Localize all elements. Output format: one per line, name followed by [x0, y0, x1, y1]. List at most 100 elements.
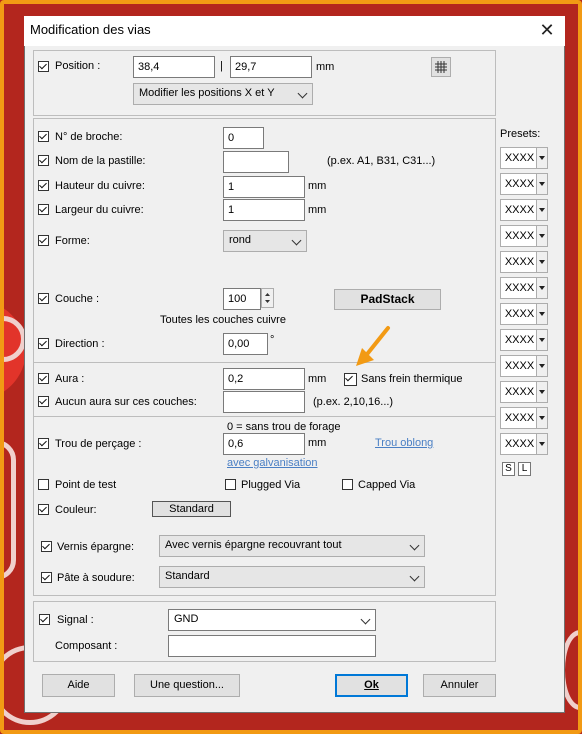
question-button[interactable]: Une question... [134, 674, 240, 697]
preset-item[interactable]: XXXX [500, 277, 548, 299]
preset-item-label: XXXX [504, 386, 535, 398]
shape-select[interactable]: rond [223, 230, 307, 252]
preset-item[interactable]: XXXX [500, 329, 548, 351]
component-label: Composant : [55, 640, 118, 652]
pad-name-label: Nom de la pastille: [55, 155, 146, 167]
no-aura-layers-input[interactable] [223, 391, 305, 413]
chevron-down-icon[interactable] [536, 148, 547, 168]
shape-value: rond [229, 234, 252, 246]
preset-item[interactable]: XXXX [500, 407, 548, 429]
preset-item-label: XXXX [504, 256, 535, 268]
direction-input[interactable]: 0,00 [223, 333, 268, 355]
preset-item[interactable]: XXXX [500, 433, 548, 455]
no-aura-layers-hint: (p.ex. 2,10,16...) [313, 396, 394, 408]
shape-checkbox[interactable] [38, 235, 49, 246]
preset-item[interactable]: XXXX [500, 303, 548, 325]
no-thermal-checkbox[interactable] [344, 373, 357, 386]
solder-mask-select[interactable]: Avec vernis épargne recouvrant tout [159, 535, 425, 557]
preset-item[interactable]: XXXX [500, 173, 548, 195]
pad-name-input[interactable] [223, 151, 289, 173]
position-y-input[interactable]: 29,7 [230, 56, 312, 78]
component-input[interactable] [168, 635, 376, 657]
chevron-down-icon[interactable] [536, 382, 547, 402]
layer-checkbox[interactable] [38, 293, 49, 304]
ok-button[interactable]: Ok [335, 674, 408, 697]
chevron-down-icon[interactable] [536, 226, 547, 246]
chevron-down-icon[interactable] [536, 278, 547, 298]
paste-select[interactable]: Standard [159, 566, 425, 588]
drill-input[interactable]: 0,6 [223, 433, 305, 455]
chevron-down-icon[interactable] [536, 200, 547, 220]
chevron-down-icon[interactable] [536, 434, 547, 454]
layer-input[interactable]: 100 [223, 288, 261, 310]
position-unit: mm [316, 61, 335, 73]
pad-name-hint: (p.ex. A1, B31, C31...) [327, 155, 436, 167]
color-button[interactable]: Standard [152, 501, 231, 517]
grid-icon[interactable] [431, 57, 451, 77]
position-x-input[interactable]: 38,4 [133, 56, 215, 78]
chevron-down-icon[interactable] [536, 330, 547, 350]
layer-hint: Toutes les couches cuivre [160, 314, 286, 326]
paste-value: Standard [165, 570, 210, 582]
pin-input[interactable]: 0 [223, 127, 264, 149]
copper-width-checkbox[interactable] [38, 204, 49, 215]
oblong-hole-link[interactable]: Trou oblong [375, 437, 433, 449]
chevron-down-icon[interactable] [536, 304, 547, 324]
help-button-label: Aide [67, 679, 90, 691]
capped-via-checkbox[interactable] [342, 479, 353, 490]
cancel-button[interactable]: Annuler [423, 674, 496, 697]
layer-spinner[interactable] [261, 288, 274, 308]
test-point-checkbox[interactable] [38, 479, 49, 490]
copper-width-input[interactable]: 1 [223, 199, 305, 221]
preset-item-label: XXXX [504, 152, 535, 164]
color-checkbox[interactable] [38, 504, 49, 515]
chevron-down-icon[interactable] [536, 252, 547, 272]
padstack-button[interactable]: PadStack [334, 289, 441, 310]
direction-unit: ° [270, 334, 275, 346]
solder-mask-value: Avec vernis épargne recouvrant tout [165, 539, 342, 551]
help-button[interactable]: Aide [42, 674, 115, 697]
preset-item[interactable]: XXXX [500, 225, 548, 247]
chevron-down-icon[interactable] [536, 356, 547, 376]
paste-label: Pâte à soudure: [57, 572, 135, 584]
direction-checkbox[interactable] [38, 338, 49, 349]
signal-checkbox[interactable] [39, 614, 50, 625]
preset-item[interactable]: XXXX [500, 355, 548, 377]
chevron-down-icon[interactable] [536, 408, 547, 428]
position-mode-value: Modifier les positions X et Y [139, 87, 275, 99]
pad-name-checkbox[interactable] [38, 155, 49, 166]
preset-item[interactable]: XXXX [500, 251, 548, 273]
aura-input[interactable]: 0,2 [223, 368, 305, 390]
chevron-down-icon[interactable] [536, 174, 547, 194]
close-icon[interactable]: ✕ [536, 18, 558, 42]
plugged-via-label: Plugged Via [241, 479, 301, 491]
no-aura-layers-checkbox[interactable] [38, 396, 49, 407]
plugged-via-checkbox[interactable] [225, 479, 236, 490]
preset-item[interactable]: XXXX [500, 199, 548, 221]
drill-unit: mm [308, 437, 327, 449]
solder-mask-checkbox[interactable] [41, 541, 52, 552]
signal-select[interactable]: GND [168, 609, 376, 631]
copper-height-label: Hauteur du cuivre: [55, 180, 145, 192]
copper-height-checkbox[interactable] [38, 180, 49, 191]
preset-s-button[interactable]: S [502, 462, 515, 476]
preset-item-label: XXXX [504, 412, 535, 424]
color-label: Couleur: [55, 504, 97, 516]
plating-link[interactable]: avec galvanisation [227, 457, 318, 469]
no-aura-layers-label: Aucun aura sur ces couches: [55, 396, 197, 408]
copper-height-input[interactable]: 1 [223, 176, 305, 198]
drill-label: Trou de perçage : [55, 438, 142, 450]
position-checkbox[interactable] [38, 61, 49, 72]
preset-item[interactable]: XXXX [500, 381, 548, 403]
test-point-label: Point de test [55, 479, 117, 491]
pin-checkbox[interactable] [38, 131, 49, 142]
cancel-button-label: Annuler [440, 679, 479, 691]
position-mode-select[interactable]: Modifier les positions X et Y [133, 83, 313, 105]
preset-l-button[interactable]: L [518, 462, 531, 476]
preset-item-label: XXXX [504, 282, 535, 294]
position-separator: | [220, 60, 223, 72]
drill-checkbox[interactable] [38, 438, 49, 449]
preset-item[interactable]: XXXX [500, 147, 548, 169]
aura-checkbox[interactable] [38, 373, 49, 384]
paste-checkbox[interactable] [41, 572, 52, 583]
